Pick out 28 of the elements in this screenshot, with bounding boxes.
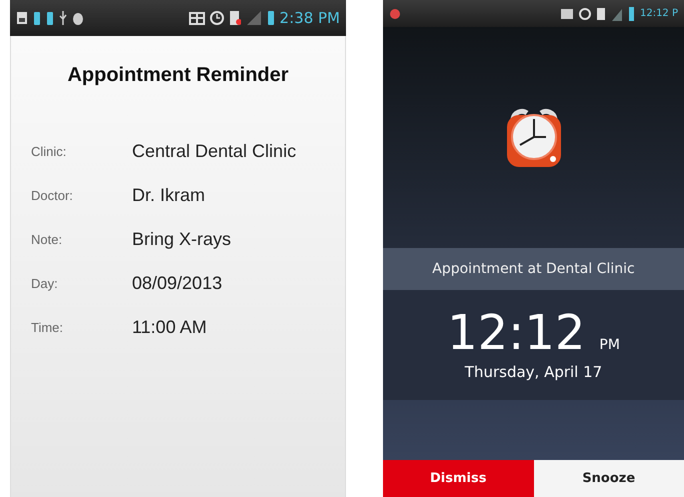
field-label: Day: bbox=[31, 276, 59, 291]
field-value: 11:00 AM bbox=[132, 317, 207, 338]
alarm-date: Thursday, April 17 bbox=[464, 363, 602, 381]
battery-icon bbox=[33, 10, 41, 26]
screen-title: Appointment Reminder bbox=[67, 64, 289, 87]
battery-icon bbox=[46, 10, 54, 26]
battery-icon bbox=[628, 6, 635, 22]
field-value: Central Dental Clinic bbox=[132, 141, 296, 162]
field-value: Bring X-rays bbox=[132, 229, 232, 250]
dismiss-button[interactable]: Dismiss bbox=[383, 460, 534, 497]
snooze-button[interactable]: Snooze bbox=[534, 460, 684, 497]
image-icon bbox=[16, 10, 28, 26]
field-label: Doctor: bbox=[31, 188, 74, 203]
field-value: 08/09/2013 bbox=[132, 273, 222, 294]
sim-card-icon bbox=[596, 6, 606, 22]
field-label: Note: bbox=[31, 232, 64, 247]
signal-icon bbox=[246, 10, 262, 26]
field-label: Clinic: bbox=[31, 144, 68, 159]
alarm-time: 12:12 bbox=[447, 309, 586, 357]
usb-icon bbox=[59, 10, 67, 26]
battery-icon bbox=[266, 10, 275, 26]
status-time: 2:38 PM bbox=[280, 9, 340, 27]
sim-card-icon bbox=[228, 10, 241, 26]
alarm-label: Appointment at Dental Clinic bbox=[383, 248, 684, 290]
field-label: Time: bbox=[31, 320, 64, 335]
field-value: Dr. Ikram bbox=[132, 185, 206, 206]
status-time: 12:12 P bbox=[640, 8, 678, 19]
am-pm: PM bbox=[599, 337, 620, 353]
